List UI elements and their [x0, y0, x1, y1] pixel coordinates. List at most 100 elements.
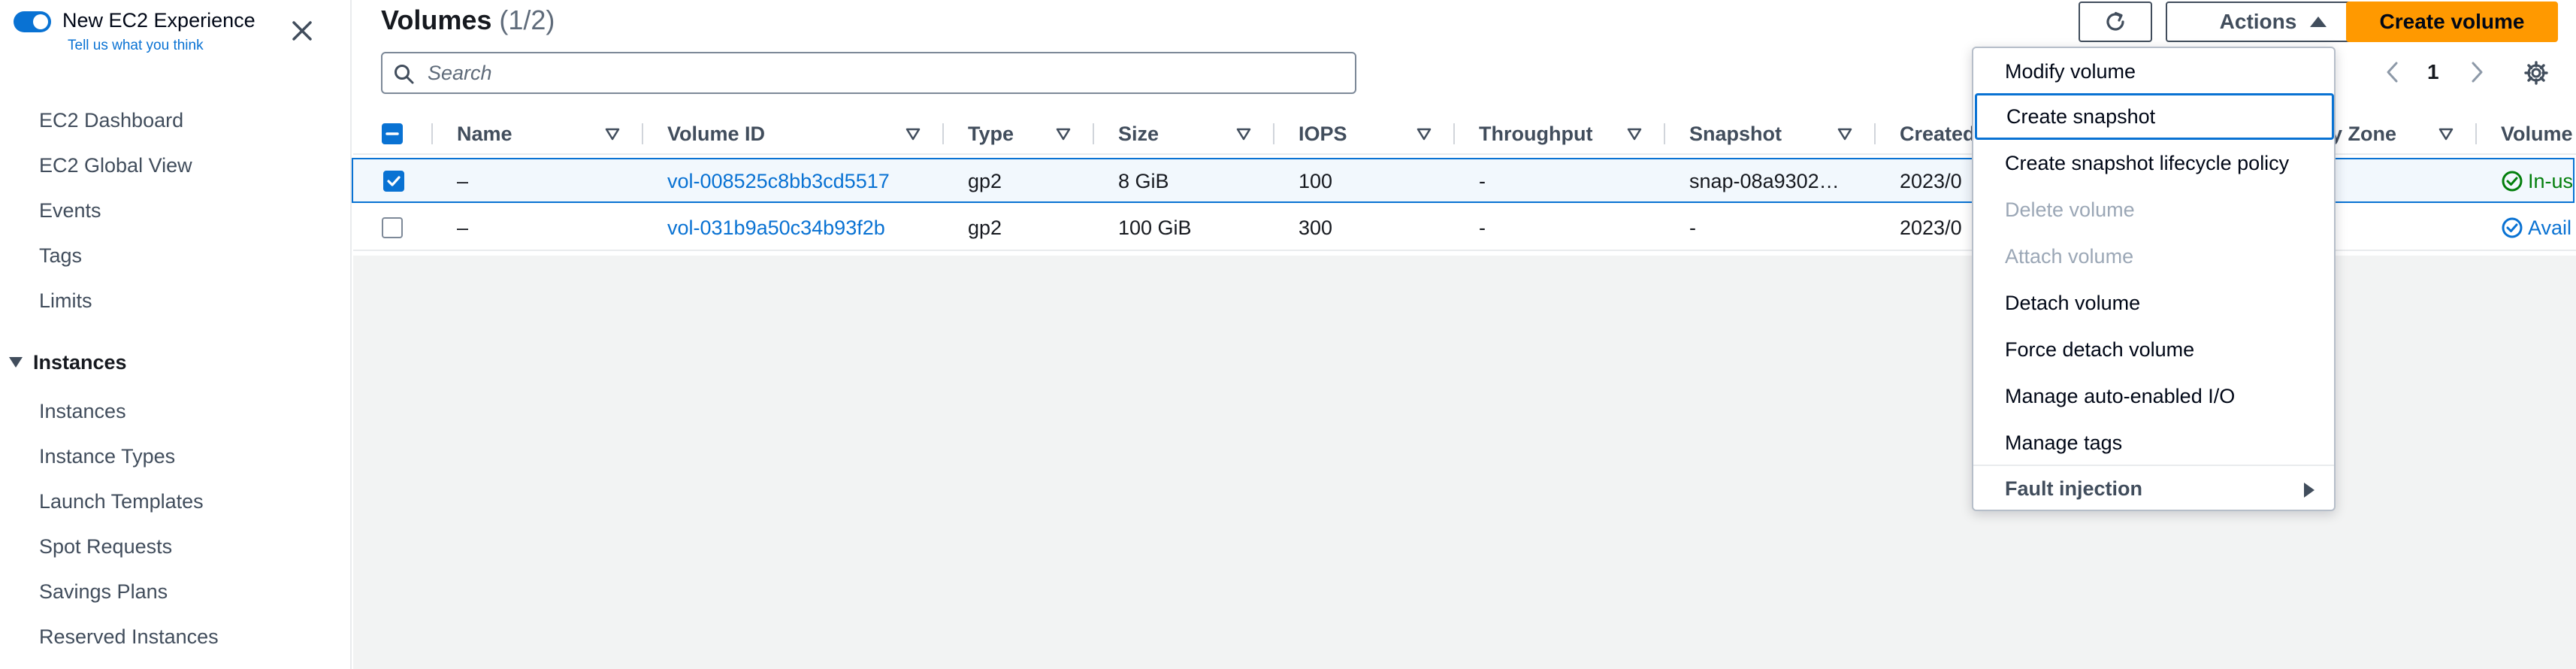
- menu-item-create-snapshot-lifecycle-policy[interactable]: Create snapshot lifecycle policy: [1973, 140, 2334, 186]
- column-header-type[interactable]: Type: [968, 113, 1014, 155]
- nav-instances[interactable]: Instances: [39, 400, 126, 423]
- check-icon: [387, 176, 401, 186]
- column-divider: [1093, 123, 1094, 144]
- cell-type: gp2: [968, 169, 1002, 192]
- nav-savings-plans[interactable]: Savings Plans: [39, 580, 168, 604]
- page-title-text: Volumes: [381, 5, 492, 35]
- actions-button-label: Actions: [2219, 10, 2297, 33]
- sort-icon[interactable]: [1416, 113, 1432, 155]
- cell-volume-state: Avail: [2501, 206, 2571, 250]
- chevron-right-icon[interactable]: [2466, 59, 2487, 86]
- nav-instance-types[interactable]: Instance Types: [39, 445, 175, 468]
- refresh-icon: [2106, 11, 2124, 31]
- menu-item-modify-volume[interactable]: Modify volume: [1973, 48, 2334, 95]
- column-divider: [431, 123, 433, 144]
- column-header-iops[interactable]: IOPS: [1299, 113, 1347, 155]
- refresh-button[interactable]: [2079, 2, 2152, 42]
- column-divider: [642, 123, 643, 144]
- column-header-size[interactable]: Size: [1118, 113, 1159, 155]
- nav-reserved-instances[interactable]: Reserved Instances: [39, 625, 219, 649]
- feedback-link[interactable]: Tell us what you think: [68, 38, 204, 54]
- menu-item-delete-volume: Delete volume: [2005, 198, 2135, 221]
- cell-throughput: -: [1479, 169, 1486, 192]
- nav-tags[interactable]: Tags: [39, 244, 82, 268]
- actions-dropdown-menu: Modify volume Create snapshot Create sna…: [1972, 47, 2336, 511]
- chevron-left-icon[interactable]: [2382, 59, 2403, 86]
- cell-snapshot: -: [1689, 216, 1696, 239]
- column-header-availability-zone[interactable]: y Zone: [2331, 113, 2396, 155]
- nav-launch-templates[interactable]: Launch Templates: [39, 490, 204, 513]
- selection-count: (1/2): [499, 5, 555, 35]
- create-volume-button[interactable]: Create volume: [2346, 2, 2558, 42]
- cell-throughput: -: [1479, 216, 1486, 239]
- minus-icon: [385, 132, 399, 135]
- side-navigation: New EC2 Experience Tell us what you thin…: [0, 0, 352, 669]
- row-checkbox[interactable]: [382, 217, 403, 238]
- cell-name: –: [457, 169, 469, 192]
- nav-spot-requests[interactable]: Spot Requests: [39, 535, 172, 559]
- cell-volume-id-link[interactable]: vol-031b9a50c34b93f2b: [667, 206, 885, 250]
- column-header-volume-state[interactable]: Volume: [2501, 113, 2573, 155]
- current-page[interactable]: 1: [2427, 60, 2439, 84]
- sort-icon[interactable]: [1235, 113, 1252, 155]
- nav-section-instances[interactable]: Instances: [9, 351, 127, 374]
- cell-volume-id-link[interactable]: vol-008525c8bb3cd5517: [667, 159, 890, 203]
- menu-item-create-snapshot[interactable]: Create snapshot: [1975, 93, 2334, 140]
- cell-created: 2023/0: [1900, 169, 1962, 192]
- sort-icon[interactable]: [905, 113, 921, 155]
- cell-created: 2023/0: [1900, 216, 1962, 239]
- search-icon: [395, 65, 414, 84]
- column-divider: [2475, 123, 2477, 144]
- column-divider: [1453, 123, 1455, 144]
- sort-icon[interactable]: [1626, 113, 1643, 155]
- cell-snapshot: snap-08a9302…: [1689, 169, 1840, 192]
- nav-events[interactable]: Events: [39, 199, 101, 222]
- column-divider: [1273, 123, 1274, 144]
- new-experience-title: New EC2 Experience: [62, 9, 255, 32]
- row-checkbox[interactable]: [383, 171, 404, 192]
- menu-item-fault-injection-label: Fault injection: [2005, 477, 2143, 500]
- nav-limits[interactable]: Limits: [39, 289, 92, 313]
- page-title: Volumes (1/2): [381, 5, 555, 36]
- column-divider: [1874, 123, 1876, 144]
- cell-size: 8 GiB: [1118, 169, 1169, 192]
- toggle-knob: [33, 14, 48, 29]
- search-box[interactable]: [381, 52, 1356, 94]
- sort-icon[interactable]: [1837, 113, 1853, 155]
- sort-icon[interactable]: [2438, 113, 2454, 155]
- column-header-created[interactable]: Created: [1900, 113, 1976, 155]
- nav-ec2-dashboard[interactable]: EC2 Dashboard: [39, 109, 183, 132]
- caret-down-icon: [9, 356, 23, 368]
- state-text: Avail: [2528, 216, 2572, 239]
- column-header-snapshot[interactable]: Snapshot: [1689, 113, 1782, 155]
- menu-item-manage-auto-enabled-io[interactable]: Manage auto-enabled I/O: [1973, 373, 2334, 419]
- select-all-checkbox[interactable]: [382, 123, 403, 144]
- column-header-throughput[interactable]: Throughput: [1479, 113, 1592, 155]
- cell-iops: 300: [1299, 216, 1333, 239]
- cell-size: 100 GiB: [1118, 216, 1192, 239]
- menu-item-force-detach-volume[interactable]: Force detach volume: [1973, 326, 2334, 373]
- column-divider: [1664, 123, 1665, 144]
- check-circle-icon: [2502, 171, 2523, 192]
- caret-right-icon: [2304, 483, 2314, 498]
- nav-section-label: Instances: [33, 351, 127, 374]
- gear-icon[interactable]: [2523, 60, 2549, 86]
- menu-item-attach-volume: Attach volume: [2005, 244, 2134, 268]
- menu-item-fault-injection[interactable]: Fault injection: [1973, 465, 2334, 511]
- nav-ec2-global-view[interactable]: EC2 Global View: [39, 154, 192, 177]
- sort-icon[interactable]: [1055, 113, 1072, 155]
- column-header-volume-id[interactable]: Volume ID: [667, 113, 765, 155]
- caret-up-icon: [2310, 17, 2327, 27]
- sort-icon[interactable]: [604, 113, 621, 155]
- new-experience-toggle[interactable]: [14, 11, 51, 32]
- cell-iops: 100: [1299, 169, 1333, 192]
- search-input[interactable]: [428, 61, 1329, 85]
- column-header-name[interactable]: Name: [457, 113, 512, 155]
- cell-name: –: [457, 216, 469, 239]
- cell-type: gp2: [968, 216, 1002, 239]
- cell-volume-state: In-us: [2501, 159, 2573, 203]
- state-text: In-us: [2528, 169, 2574, 192]
- menu-item-detach-volume[interactable]: Detach volume: [1973, 280, 2334, 326]
- close-icon[interactable]: [289, 18, 315, 44]
- menu-item-manage-tags[interactable]: Manage tags: [1973, 419, 2334, 466]
